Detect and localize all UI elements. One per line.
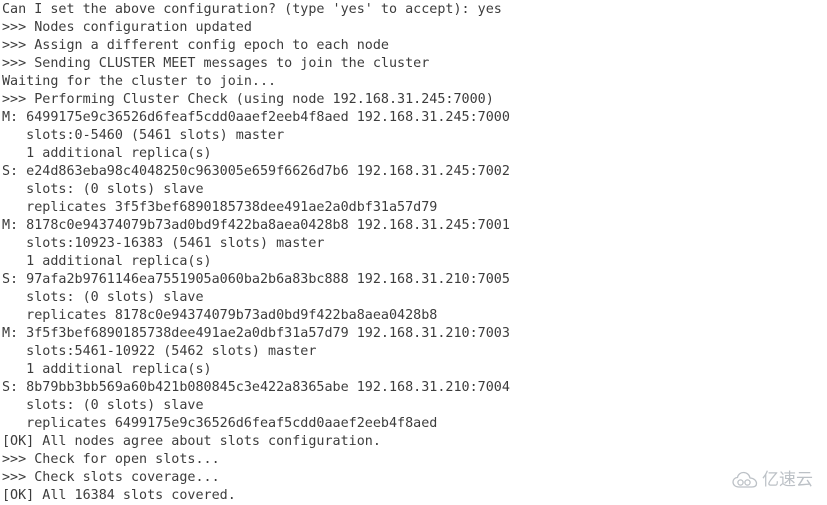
console-line: >>> Nodes configuration updated <box>2 20 252 35</box>
cloud-icon <box>732 471 758 489</box>
console-line: >>> Check slots coverage... <box>2 470 220 485</box>
console-line: 1 additional replica(s) <box>2 146 212 161</box>
console-line: [OK] All nodes agree about slots configu… <box>2 434 381 449</box>
console-line: S: 8b79bb3bb569a60b421b080845c3e422a8365… <box>2 380 510 395</box>
console-line: [OK] All 16384 slots covered. <box>2 488 236 503</box>
console-line: >>> Sending CLUSTER MEET messages to joi… <box>2 56 430 71</box>
console-line: S: e24d863eba98c4048250c963005e659f6626d… <box>2 164 510 179</box>
console-line: slots:0-5460 (5461 slots) master <box>2 128 285 143</box>
console-line: slots: (0 slots) slave <box>2 290 204 305</box>
console-line: S: 97afa2b9761146ea7551905a060ba2b6a83bc… <box>2 272 510 287</box>
watermark-text: 亿速云 <box>762 470 813 490</box>
console-line: >>> Performing Cluster Check (using node… <box>2 92 494 107</box>
console-line: slots:5461-10922 (5462 slots) master <box>2 344 317 359</box>
console-line: replicates 8178c0e94374079b73ad0bd9f422b… <box>2 308 438 323</box>
console-line: slots: (0 slots) slave <box>2 182 204 197</box>
console-line: Can I set the above configuration? (type… <box>2 2 502 17</box>
console-line: M: 3f5f3bef6890185738dee491ae2a0dbf31a57… <box>2 326 510 341</box>
console-line: >>> Check for open slots... <box>2 452 220 467</box>
console-line: Waiting for the cluster to join... <box>2 74 277 89</box>
console-line: replicates 6499175e9c36526d6feaf5cdd0aae… <box>2 416 438 431</box>
console-line: replicates 3f5f3bef6890185738dee491ae2a0… <box>2 200 438 215</box>
console-line: 1 additional replica(s) <box>2 254 212 269</box>
terminal-window: Can I set the above configuration? (type… <box>0 0 827 503</box>
console-line: slots:10923-16383 (5461 slots) master <box>2 236 325 251</box>
console-line: 1 additional replica(s) <box>2 362 212 377</box>
watermark: 亿速云 <box>732 471 813 489</box>
console-line: M: 8178c0e94374079b73ad0bd9f422ba8aea042… <box>2 218 510 233</box>
console-output[interactable]: Can I set the above configuration? (type… <box>2 0 827 505</box>
console-line: slots: (0 slots) slave <box>2 398 204 413</box>
console-line: M: 6499175e9c36526d6feaf5cdd0aaef2eeb4f8… <box>2 110 510 125</box>
console-line: >>> Assign a different config epoch to e… <box>2 38 389 53</box>
